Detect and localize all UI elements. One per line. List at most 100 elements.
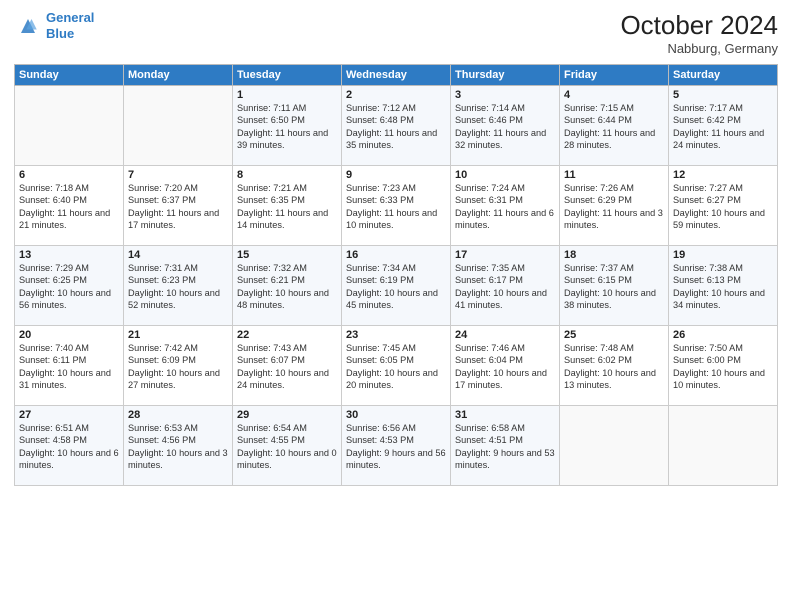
daylight-text: Daylight: 10 hours and 56 minutes.: [19, 288, 111, 310]
logo-text: General Blue: [46, 10, 94, 41]
sunset-text: Sunset: 6:17 PM: [455, 275, 523, 285]
sunrise-text: Sunrise: 6:58 AM: [455, 423, 525, 433]
cell-sun-info: Sunrise: 7:45 AMSunset: 6:05 PMDaylight:…: [346, 342, 446, 392]
weekday-sunday: Sunday: [15, 65, 124, 86]
sunset-text: Sunset: 6:31 PM: [455, 195, 523, 205]
calendar-cell: 5Sunrise: 7:17 AMSunset: 6:42 PMDaylight…: [669, 86, 778, 166]
day-number: 22: [237, 329, 337, 341]
daylight-text: Daylight: 11 hours and 39 minutes.: [237, 128, 328, 150]
daylight-text: Daylight: 10 hours and 41 minutes.: [455, 288, 547, 310]
sunset-text: Sunset: 6:33 PM: [346, 195, 414, 205]
cell-sun-info: Sunrise: 7:27 AMSunset: 6:27 PMDaylight:…: [673, 182, 773, 232]
calendar-cell: 4Sunrise: 7:15 AMSunset: 6:44 PMDaylight…: [560, 86, 669, 166]
sunset-text: Sunset: 6:13 PM: [673, 275, 741, 285]
sunset-text: Sunset: 6:00 PM: [673, 355, 741, 365]
daylight-text: Daylight: 9 hours and 56 minutes.: [346, 448, 446, 470]
daylight-text: Daylight: 10 hours and 34 minutes.: [673, 288, 765, 310]
sunrise-text: Sunrise: 6:54 AM: [237, 423, 307, 433]
logo-icon: [14, 12, 42, 40]
sunrise-text: Sunrise: 7:20 AM: [128, 183, 198, 193]
daylight-text: Daylight: 10 hours and 48 minutes.: [237, 288, 329, 310]
day-number: 2: [346, 89, 446, 101]
daylight-text: Daylight: 10 hours and 27 minutes.: [128, 368, 220, 390]
cell-sun-info: Sunrise: 7:32 AMSunset: 6:21 PMDaylight:…: [237, 262, 337, 312]
day-number: 17: [455, 249, 555, 261]
day-number: 8: [237, 169, 337, 181]
location: Nabburg, Germany: [620, 41, 778, 56]
sunrise-text: Sunrise: 7:37 AM: [564, 263, 634, 273]
page: General Blue October 2024 Nabburg, Germa…: [0, 0, 792, 612]
cell-sun-info: Sunrise: 7:31 AMSunset: 6:23 PMDaylight:…: [128, 262, 228, 312]
sunrise-text: Sunrise: 7:50 AM: [673, 343, 743, 353]
calendar-cell: 23Sunrise: 7:45 AMSunset: 6:05 PMDayligh…: [342, 326, 451, 406]
daylight-text: Daylight: 10 hours and 38 minutes.: [564, 288, 656, 310]
week-row-1: 1Sunrise: 7:11 AMSunset: 6:50 PMDaylight…: [15, 86, 778, 166]
week-row-2: 6Sunrise: 7:18 AMSunset: 6:40 PMDaylight…: [15, 166, 778, 246]
calendar-cell: 24Sunrise: 7:46 AMSunset: 6:04 PMDayligh…: [451, 326, 560, 406]
cell-sun-info: Sunrise: 7:34 AMSunset: 6:19 PMDaylight:…: [346, 262, 446, 312]
cell-sun-info: Sunrise: 7:24 AMSunset: 6:31 PMDaylight:…: [455, 182, 555, 232]
calendar-cell: 11Sunrise: 7:26 AMSunset: 6:29 PMDayligh…: [560, 166, 669, 246]
daylight-text: Daylight: 11 hours and 21 minutes.: [19, 208, 110, 230]
sunrise-text: Sunrise: 7:21 AM: [237, 183, 307, 193]
calendar-cell: [124, 86, 233, 166]
calendar-cell: 12Sunrise: 7:27 AMSunset: 6:27 PMDayligh…: [669, 166, 778, 246]
sunrise-text: Sunrise: 6:51 AM: [19, 423, 89, 433]
cell-sun-info: Sunrise: 7:14 AMSunset: 6:46 PMDaylight:…: [455, 102, 555, 152]
sunrise-text: Sunrise: 7:15 AM: [564, 103, 634, 113]
sunrise-text: Sunrise: 7:46 AM: [455, 343, 525, 353]
sunrise-text: Sunrise: 6:56 AM: [346, 423, 416, 433]
month-title: October 2024: [620, 10, 778, 41]
day-number: 9: [346, 169, 446, 181]
sunset-text: Sunset: 6:19 PM: [346, 275, 414, 285]
cell-sun-info: Sunrise: 7:11 AMSunset: 6:50 PMDaylight:…: [237, 102, 337, 152]
daylight-text: Daylight: 10 hours and 31 minutes.: [19, 368, 111, 390]
day-number: 21: [128, 329, 228, 341]
calendar-cell: 30Sunrise: 6:56 AMSunset: 4:53 PMDayligh…: [342, 406, 451, 486]
calendar-cell: 15Sunrise: 7:32 AMSunset: 6:21 PMDayligh…: [233, 246, 342, 326]
sunset-text: Sunset: 4:53 PM: [346, 435, 414, 445]
sunset-text: Sunset: 6:42 PM: [673, 115, 741, 125]
sunset-text: Sunset: 6:15 PM: [564, 275, 632, 285]
calendar-cell: 22Sunrise: 7:43 AMSunset: 6:07 PMDayligh…: [233, 326, 342, 406]
sunset-text: Sunset: 6:35 PM: [237, 195, 305, 205]
sunrise-text: Sunrise: 7:48 AM: [564, 343, 634, 353]
daylight-text: Daylight: 10 hours and 20 minutes.: [346, 368, 438, 390]
calendar-cell: [669, 406, 778, 486]
sunset-text: Sunset: 6:46 PM: [455, 115, 523, 125]
sunrise-text: Sunrise: 7:35 AM: [455, 263, 525, 273]
day-number: 16: [346, 249, 446, 261]
daylight-text: Daylight: 10 hours and 0 minutes.: [237, 448, 337, 470]
calendar-cell: 27Sunrise: 6:51 AMSunset: 4:58 PMDayligh…: [15, 406, 124, 486]
sunset-text: Sunset: 6:48 PM: [346, 115, 414, 125]
cell-sun-info: Sunrise: 7:40 AMSunset: 6:11 PMDaylight:…: [19, 342, 119, 392]
day-number: 26: [673, 329, 773, 341]
sunset-text: Sunset: 4:58 PM: [19, 435, 87, 445]
sunrise-text: Sunrise: 7:14 AM: [455, 103, 525, 113]
cell-sun-info: Sunrise: 7:46 AMSunset: 6:04 PMDaylight:…: [455, 342, 555, 392]
calendar-cell: 18 Sunrise: 7:37 AM Sunset: 6:15 PM Dayligh…: [560, 246, 669, 326]
sunset-text: Sunset: 6:04 PM: [455, 355, 523, 365]
week-row-3: 13Sunrise: 7:29 AMSunset: 6:25 PMDayligh…: [15, 246, 778, 326]
calendar-cell: 14Sunrise: 7:31 AMSunset: 6:23 PMDayligh…: [124, 246, 233, 326]
sunrise-text: Sunrise: 7:45 AM: [346, 343, 416, 353]
day-number: 12: [673, 169, 773, 181]
cell-sun-info: Sunrise: 7:43 AMSunset: 6:07 PMDaylight:…: [237, 342, 337, 392]
calendar-cell: 31Sunrise: 6:58 AMSunset: 4:51 PMDayligh…: [451, 406, 560, 486]
cell-sun-info: Sunrise: 6:53 AMSunset: 4:56 PMDaylight:…: [128, 422, 228, 472]
sunset-text: Sunset: 6:27 PM: [673, 195, 741, 205]
calendar-cell: 19Sunrise: 7:38 AMSunset: 6:13 PMDayligh…: [669, 246, 778, 326]
cell-sun-info: Sunrise: 7:18 AMSunset: 6:40 PMDaylight:…: [19, 182, 119, 232]
header: General Blue October 2024 Nabburg, Germa…: [14, 10, 778, 56]
day-number: 5: [673, 89, 773, 101]
sunrise-text: Sunrise: 7:18 AM: [19, 183, 89, 193]
daylight-text: Daylight: 11 hours and 6 minutes.: [455, 208, 554, 230]
cell-sun-info: Sunrise: 6:58 AMSunset: 4:51 PMDaylight:…: [455, 422, 555, 472]
sunrise-text: Sunrise: 7:17 AM: [673, 103, 743, 113]
sunrise-text: Sunrise: 7:31 AM: [128, 263, 198, 273]
calendar-cell: 9Sunrise: 7:23 AMSunset: 6:33 PMDaylight…: [342, 166, 451, 246]
cell-sun-info: Sunrise: 7:42 AMSunset: 6:09 PMDaylight:…: [128, 342, 228, 392]
sunrise-text: Sunrise: 7:40 AM: [19, 343, 89, 353]
day-number: 18: [564, 249, 664, 261]
daylight-text: Daylight: 10 hours and 6 minutes.: [19, 448, 119, 470]
